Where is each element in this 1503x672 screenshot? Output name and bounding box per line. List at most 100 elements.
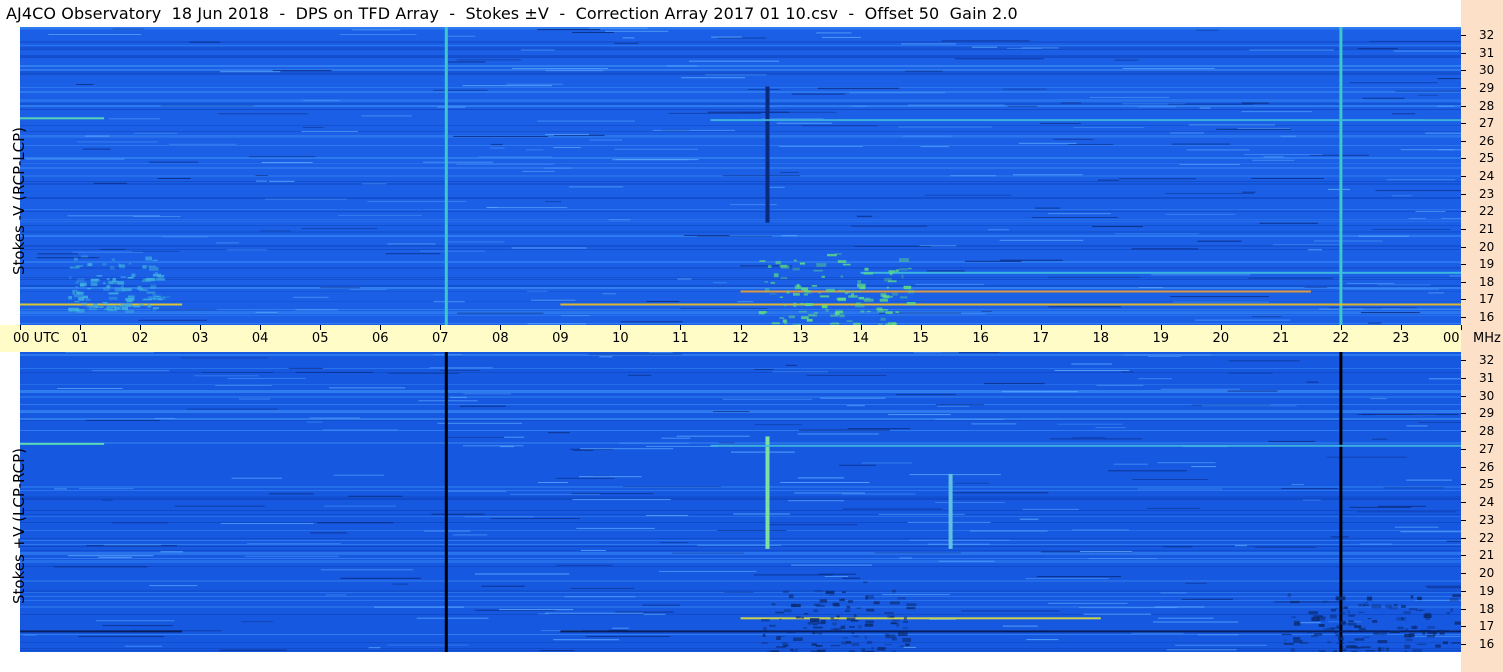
bottom-panel-ylabel: Stokes +V (LCP-RCP) (10, 448, 28, 604)
frequency-tick (1461, 448, 1466, 450)
heatmap-texture (20, 27, 1461, 325)
time-tick (1220, 325, 1222, 330)
frequency-tick (1461, 123, 1466, 125)
time-tick-label: 12 (732, 331, 749, 346)
time-tick-label: 05 (311, 331, 329, 346)
heatmap-band-4 (560, 303, 1461, 306)
frequency-tick (1461, 395, 1466, 397)
time-tick-label: 14 (852, 331, 869, 346)
spectrogram-bottom-svg (20, 352, 1461, 652)
frequency-tick (1461, 413, 1466, 415)
time-tick (1340, 325, 1342, 330)
time-tick (860, 325, 862, 330)
time-tick-label: 04 (251, 331, 269, 346)
frequency-tick-label: 30 (1479, 388, 1495, 403)
chart-title: AJ4CO Observatory 18 Jun 2018 - DPS on T… (6, 4, 1018, 23)
heatmap-vertical-line-1 (1339, 27, 1343, 325)
frequency-tick (1461, 228, 1466, 230)
time-tick (920, 325, 922, 330)
frequency-tick-label: 19 (1479, 257, 1495, 272)
time-tick (80, 325, 82, 330)
frequency-tick-label: 18 (1479, 274, 1495, 289)
frequency-tick (1461, 246, 1466, 248)
time-tick-label: 02 (131, 331, 149, 346)
time-tick-label: 18 (1092, 331, 1110, 346)
frequency-tick-label: 32 (1479, 353, 1495, 367)
heatmap-band-8 (860, 271, 1461, 274)
frequency-tick (1461, 608, 1466, 610)
time-tick (800, 325, 802, 330)
heatmap-band-6 (20, 117, 105, 120)
frequency-tick (1461, 52, 1466, 54)
frequency-tick (1461, 360, 1466, 361)
time-tick-label: 22 (1332, 331, 1350, 346)
frequency-tick (1461, 176, 1466, 177)
heatmap-band-4 (20, 630, 183, 633)
time-tick (320, 325, 322, 330)
mhz-unit-label: MHz (1473, 331, 1501, 346)
time-tick (140, 325, 142, 330)
frequency-tick (1461, 537, 1466, 539)
frequency-tick-label: 25 (1479, 477, 1495, 492)
time-tick-label: 20 (1212, 331, 1230, 346)
heatmap-vertical-line-2 (765, 436, 770, 549)
heatmap-band-3 (20, 303, 183, 306)
heatmap-vertical-line-0 (444, 27, 448, 325)
heatmap-band-5 (560, 630, 1461, 633)
frequency-tick-label: 17 (1479, 292, 1495, 307)
frequency-tick-label: 27 (1479, 116, 1495, 131)
frequency-tick (1461, 299, 1466, 301)
spectrogram-top-panel (20, 27, 1461, 325)
time-tick-label: 17 (1032, 331, 1049, 346)
frequency-tick-label: 19 (1479, 583, 1495, 598)
time-tick-label: 15 (912, 331, 929, 346)
time-tick (1160, 325, 1162, 330)
time-tick-label: 03 (191, 331, 209, 346)
frequency-tick (1461, 484, 1466, 486)
frequency-tick (1461, 281, 1466, 283)
frequency-tick-label: 30 (1479, 63, 1495, 78)
frequency-tick (1461, 431, 1466, 432)
top-panel-ylabel: Stokes -V (RCP-LCP) (10, 127, 28, 275)
time-tick-label: 09 (552, 331, 569, 346)
time-tick-label: 23 (1392, 331, 1410, 346)
frequency-tick-label: 31 (1479, 370, 1495, 385)
frequency-tick-label: 28 (1479, 424, 1495, 438)
time-tick (380, 325, 382, 330)
frequency-tick-label: 26 (1479, 133, 1495, 148)
frequency-tick (1461, 590, 1466, 592)
frequency-tick-label: 27 (1479, 441, 1495, 456)
frequency-tick-label: 22 (1479, 530, 1495, 545)
heatmap-band-6 (740, 617, 1101, 620)
spectrogram-bottom-panel (20, 352, 1461, 652)
time-tick-label: 06 (371, 331, 389, 346)
frequency-tick-label: 24 (1479, 495, 1495, 509)
time-tick-label: 07 (432, 331, 449, 346)
time-tick-label: 11 (672, 331, 689, 346)
frequency-tick-label: 21 (1479, 548, 1495, 563)
spectrogram-top-svg (20, 27, 1461, 325)
time-tick (560, 325, 562, 330)
frequency-tick (1461, 573, 1466, 574)
time-tick (980, 325, 982, 330)
time-tick (500, 325, 502, 330)
frequency-tick-label: 16 (1479, 637, 1495, 651)
frequency-tick-label: 23 (1479, 512, 1495, 527)
frequency-tick-label: 29 (1479, 80, 1495, 95)
time-tick-label: 08 (492, 331, 509, 346)
time-tick (620, 325, 622, 330)
time-tick-label: 13 (792, 331, 809, 346)
frequency-tick (1461, 105, 1466, 107)
time-tick-label: 19 (1152, 331, 1170, 346)
frequency-tick (1461, 502, 1466, 503)
frequency-tick (1461, 211, 1466, 213)
frequency-tick (1461, 87, 1466, 89)
frequency-tick-label: 26 (1479, 459, 1495, 474)
frequency-tick-label: 22 (1479, 204, 1495, 219)
frequency-tick-label: 20 (1479, 239, 1495, 254)
frequency-tick (1461, 158, 1466, 160)
frequency-tick (1461, 626, 1466, 628)
time-axis: 00 UTC 01 02 03 04 05 06 07 08 09 10 11 12 13 14 15 16 17… (0, 325, 1462, 352)
frequency-tick (1461, 35, 1466, 36)
frequency-tick (1461, 377, 1466, 379)
